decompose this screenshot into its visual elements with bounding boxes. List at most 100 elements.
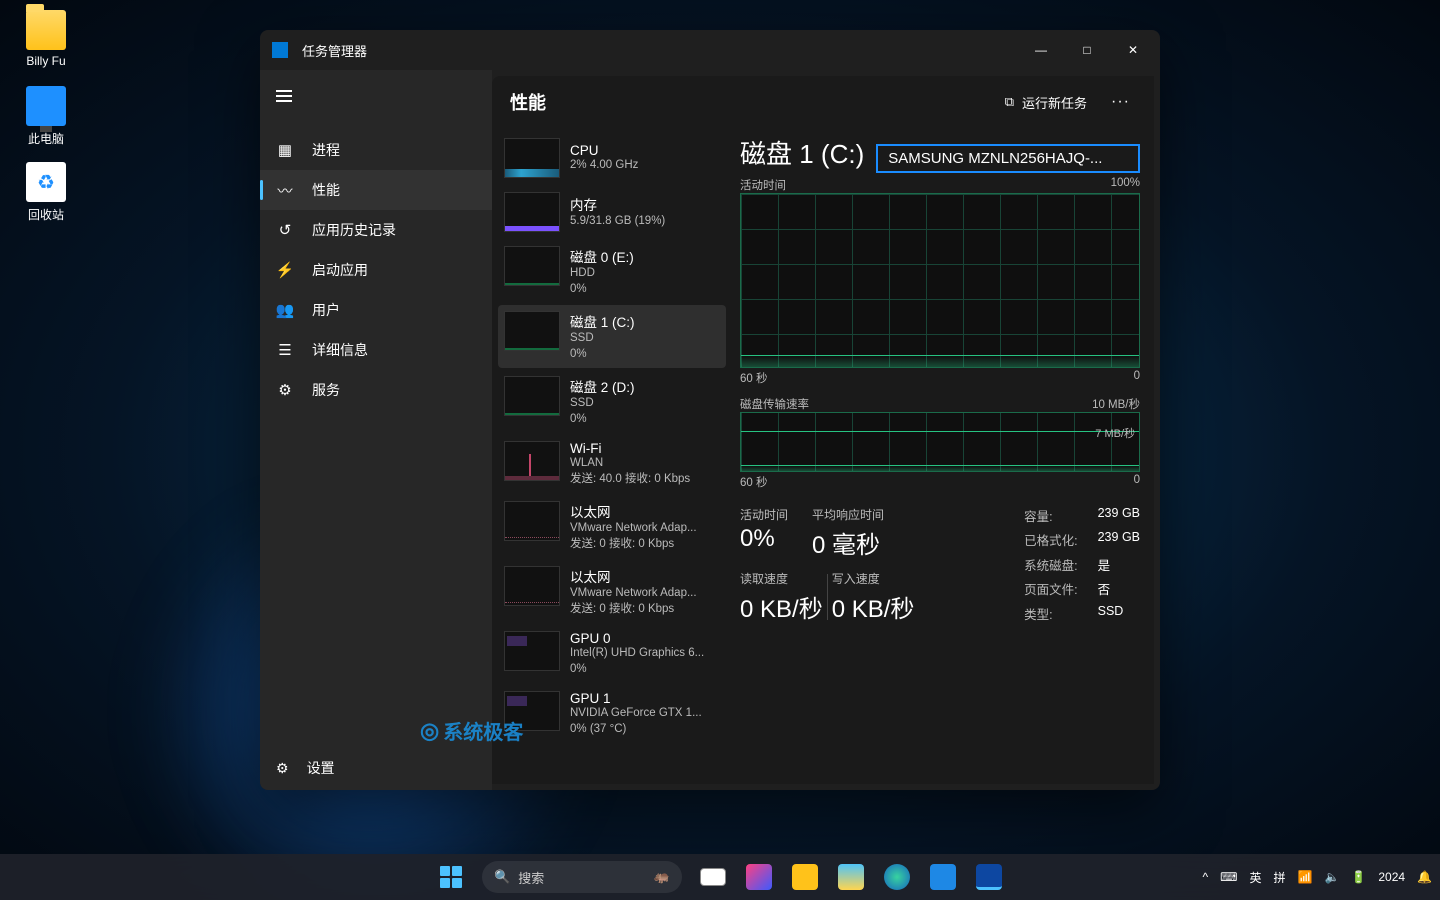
perf-sub2: 发送: 0 接收: 0 Kbps: [570, 537, 697, 553]
ime-lang[interactable]: 英: [1249, 869, 1261, 886]
taskbar-search[interactable]: 🔍 搜索 🦛: [482, 861, 682, 893]
perf-sub2: 0% (37 °C): [570, 722, 702, 738]
perf-sub1: VMware Network Adap...: [570, 521, 697, 537]
prop-key: 容量:: [1024, 506, 1077, 526]
run-new-task-button[interactable]: ⧉ 运行新任务: [997, 87, 1095, 118]
sidebar-item-1[interactable]: 〰性能: [260, 170, 492, 210]
perf-sub1: WLAN: [570, 456, 690, 472]
perf-title: GPU 0: [570, 631, 704, 646]
more-button[interactable]: ···: [1105, 89, 1136, 115]
task-manager-window: 任务管理器 — □ ✕ ▦进程〰性能↺应用历史记录⚡启动应用 👥 用户 ☰详细信息⚙服…: [260, 30, 1160, 790]
read-speed-label: 读取速度: [740, 570, 823, 587]
taskbar-app-edge[interactable]: [876, 856, 918, 898]
taskbar-app-explorer[interactable]: [784, 856, 826, 898]
ime-mode[interactable]: 拼: [1273, 869, 1285, 886]
nav-label: 应用历史记录: [312, 220, 396, 240]
nav-label: 用户: [312, 300, 340, 320]
desktop-icon-label: Billy Fu: [6, 54, 86, 68]
taskbar-app-store[interactable]: [922, 856, 964, 898]
perf-sub1: 5.9/31.8 GB (19%): [570, 214, 665, 230]
activity-graph-label: 活动时间: [740, 177, 786, 193]
tray-volume-icon[interactable]: 🔈: [1324, 870, 1339, 884]
tray-keyboard-icon[interactable]: ⌨: [1220, 870, 1237, 884]
perf-item-0[interactable]: CPU2% 4.00 GHz: [498, 132, 726, 184]
perf-thumb: [504, 441, 560, 481]
time-axis-right: 0: [1134, 370, 1140, 386]
read-speed-value: 0 KB/秒: [740, 589, 823, 624]
desktop-icon-recycle-bin[interactable]: 回收站: [6, 162, 86, 223]
activity-graph: [740, 193, 1140, 368]
perf-title: 以太网: [570, 566, 697, 586]
sidebar-item-3[interactable]: ⚡启动应用: [260, 250, 492, 290]
perf-title: 磁盘 0 (E:): [570, 246, 634, 266]
page-title: 性能: [510, 89, 997, 115]
minimize-button[interactable]: —: [1018, 30, 1064, 70]
perf-thumb: [504, 311, 560, 351]
tray-clock-year[interactable]: 2024: [1378, 870, 1405, 884]
pc-icon: [26, 86, 66, 126]
perf-item-4[interactable]: 磁盘 2 (D:)SSD0%: [498, 370, 726, 433]
perf-thumb: [504, 138, 560, 178]
time-axis-left: 60 秒: [740, 370, 768, 386]
hamburger-button[interactable]: [264, 78, 304, 114]
nav-icon: ⚙: [276, 381, 294, 399]
perf-sub2: 0%: [570, 347, 635, 363]
perf-item-6[interactable]: 以太网VMware Network Adap...发送: 0 接收: 0 Kbp…: [498, 495, 726, 558]
tray-wifi-icon[interactable]: 📶: [1297, 870, 1312, 884]
perf-item-2[interactable]: 磁盘 0 (E:)HDD0%: [498, 240, 726, 303]
perf-title: GPU 1: [570, 691, 702, 706]
transfer-mid: 7 MB/秒: [1095, 425, 1135, 441]
perf-sub2: 发送: 40.0 接收: 0 Kbps: [570, 472, 690, 488]
settings-label: 设置: [307, 758, 335, 778]
perf-title: 以太网: [570, 501, 697, 521]
perf-thumb: [504, 566, 560, 606]
perf-title: 内存: [570, 194, 665, 214]
sidebar-item-0[interactable]: ▦进程: [260, 130, 492, 170]
perf-sub1: VMware Network Adap...: [570, 586, 697, 602]
taskbar-app-copilot[interactable]: [738, 856, 780, 898]
sidebar-item-4[interactable]: 👥 用户: [260, 290, 492, 330]
sidebar-item-6[interactable]: ⚙服务: [260, 370, 492, 410]
run-task-label: 运行新任务: [1022, 93, 1087, 112]
performance-list[interactable]: CPU2% 4.00 GHz内存5.9/31.8 GB (19%)磁盘 0 (E…: [492, 128, 732, 784]
nav-icon: 👥: [276, 301, 294, 319]
perf-item-9[interactable]: GPU 1NVIDIA GeForce GTX 1...0% (37 °C): [498, 685, 726, 743]
perf-item-8[interactable]: GPU 0Intel(R) UHD Graphics 6...0%: [498, 625, 726, 683]
taskbar-app-explorer2[interactable]: [830, 856, 872, 898]
perf-sub1: SSD: [570, 331, 635, 347]
prop-key: 页面文件:: [1024, 579, 1077, 599]
tray-chevron-up-icon[interactable]: ^: [1202, 870, 1208, 884]
sidebar-item-5[interactable]: ☰详细信息: [260, 330, 492, 370]
tray-notification-icon[interactable]: 🔔: [1417, 870, 1432, 884]
prop-value: 否: [1098, 579, 1140, 599]
nav-icon: ⚡: [276, 261, 294, 279]
taskbar-app-taskmgr[interactable]: [968, 856, 1010, 898]
desktop-icon-this-pc[interactable]: 此电脑: [6, 86, 86, 147]
nav-icon: ▦: [276, 141, 294, 159]
perf-item-5[interactable]: Wi-FiWLAN发送: 40.0 接收: 0 Kbps: [498, 435, 726, 493]
sidebar-settings[interactable]: ⚙ 设置: [260, 746, 492, 790]
time-axis-right-2: 0: [1134, 474, 1140, 490]
perf-sub2: 0%: [570, 412, 635, 428]
main-panel: 性能 ⧉ 运行新任务 ··· CPU2% 4.00 GHz内存5.9/31.8 …: [492, 76, 1154, 784]
perf-title: 磁盘 1 (C:): [570, 311, 635, 331]
time-axis-left-2: 60 秒: [740, 474, 768, 490]
close-button[interactable]: ✕: [1110, 30, 1156, 70]
sidebar-item-2[interactable]: ↺应用历史记录: [260, 210, 492, 250]
perf-item-3[interactable]: 磁盘 1 (C:)SSD0%: [498, 305, 726, 368]
recycle-bin-icon: [26, 162, 66, 202]
transfer-graph-max: 10 MB/秒: [1092, 396, 1140, 412]
maximize-button[interactable]: □: [1064, 30, 1110, 70]
desktop-icon-folder[interactable]: Billy Fu: [6, 10, 86, 68]
start-button[interactable]: [430, 856, 472, 898]
activity-graph-max: 100%: [1111, 177, 1140, 193]
perf-sub1: NVIDIA GeForce GTX 1...: [570, 706, 702, 722]
perf-item-7[interactable]: 以太网VMware Network Adap...发送: 0 接收: 0 Kbp…: [498, 560, 726, 623]
window-title: 任务管理器: [302, 41, 1018, 60]
titlebar[interactable]: 任务管理器 — □ ✕: [260, 30, 1160, 70]
perf-thumb: [504, 376, 560, 416]
perf-item-1[interactable]: 内存5.9/31.8 GB (19%): [498, 186, 726, 238]
tray-battery-icon[interactable]: 🔋: [1351, 870, 1366, 884]
task-view-button[interactable]: [692, 856, 734, 898]
search-badge-icon: 🦛: [654, 869, 670, 885]
